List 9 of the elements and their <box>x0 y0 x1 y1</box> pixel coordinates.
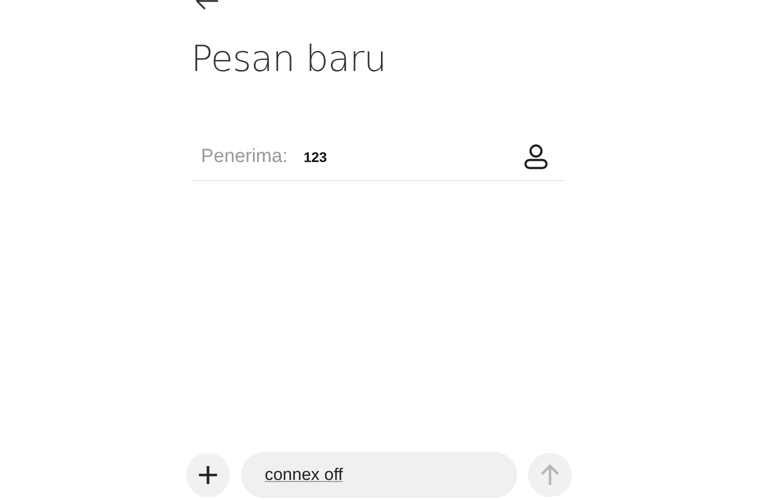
recipient-field[interactable]: Penerima: 123 <box>193 134 564 181</box>
attach-button[interactable] <box>186 453 230 497</box>
page-title: Pesan baru <box>191 38 388 82</box>
plus-icon <box>196 464 219 486</box>
message-field[interactable]: connex off <box>240 452 518 498</box>
field-value: 123 <box>304 149 327 165</box>
contact-icon[interactable] <box>524 144 548 170</box>
field-label: Penerima: <box>201 146 288 168</box>
up-arrow-icon <box>539 463 562 487</box>
